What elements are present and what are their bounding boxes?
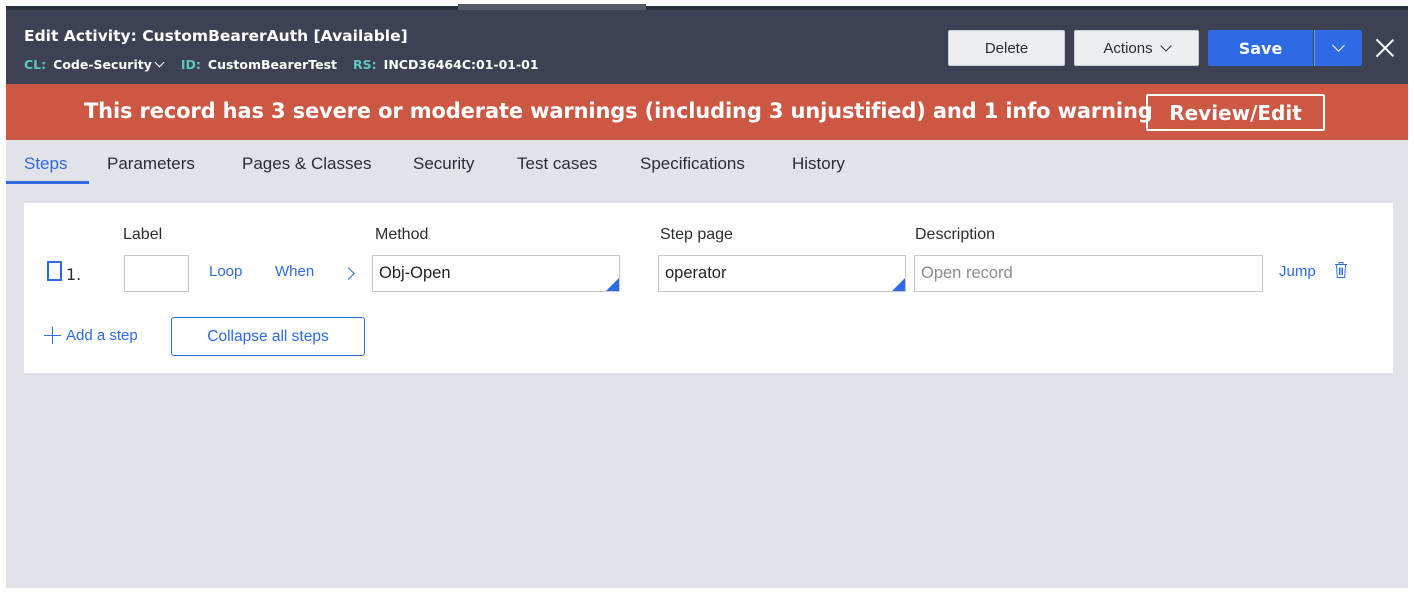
id-key: ID: [180,57,201,72]
review-edit-button[interactable]: Review/Edit [1146,94,1325,131]
plus-icon [44,327,61,344]
add-step-link[interactable]: Add a step [44,327,138,344]
delete-button-label: Delete [984,39,1029,57]
collapse-all-steps-button[interactable]: Collapse all steps [171,317,365,356]
step-page-value: operator [665,264,727,282]
review-edit-label: Review/Edit [1169,100,1302,125]
tab-security[interactable]: Security [413,154,474,174]
method-column-header: Method [375,226,429,243]
chevron-right-icon[interactable] [342,267,355,280]
warning-text: This record has 3 severe or moderate war… [84,99,1153,123]
record-title: Edit Activity: CustomBearerAuth [Availab… [24,27,408,45]
chevron-down-icon [1332,39,1345,52]
save-button-label: Save [1238,38,1283,58]
cl-key: CL: [24,57,47,72]
add-step-label: Add a step [66,327,138,344]
tab-pages-classes[interactable]: Pages & Classes [242,154,371,174]
tab-parameters[interactable]: Parameters [107,154,195,174]
when-link[interactable]: When [275,263,314,280]
tab-specifications[interactable]: Specifications [640,154,745,174]
delete-button[interactable]: Delete [948,30,1065,66]
steps-panel: Label Method Step page Description 1. Lo… [24,203,1393,373]
label-column-header: Label [123,226,163,243]
method-value: Obj-Open [379,264,451,282]
tab-steps[interactable]: Steps [24,154,67,174]
step-page-input[interactable]: operator [658,255,906,292]
save-button[interactable]: Save [1208,30,1313,66]
chevron-down-icon [1159,39,1172,52]
active-tab-indicator [6,181,89,184]
jump-link[interactable]: Jump [1279,263,1316,280]
chevron-down-icon[interactable] [154,57,165,67]
description-column-header: Description [915,226,996,243]
actions-button[interactable]: Actions [1074,30,1199,66]
step-checkbox[interactable] [47,261,62,281]
record-meta: CL: Code-Security ID: CustomBearerTest R… [24,57,555,72]
tab-test-cases[interactable]: Test cases [517,154,597,174]
tab-bar: Steps Parameters Pages & Classes Securit… [6,140,1408,186]
autocomplete-corner-icon [606,278,619,291]
collapse-all-steps-label: Collapse all steps [207,327,329,345]
top-edge [0,0,1414,10]
actions-button-label: Actions [1103,39,1153,57]
rs-value: INCD36464C:01-01-01 [383,57,539,72]
method-input[interactable]: Obj-Open [372,255,620,292]
description-input[interactable]: Open record [914,255,1263,292]
step-number: 1. [66,265,82,284]
record-editor: Edit Activity: CustomBearerAuth [Availab… [6,10,1408,588]
tab-history[interactable]: History [792,154,845,174]
save-options-button[interactable] [1314,30,1362,66]
trash-icon[interactable] [1334,261,1348,279]
warning-banner: This record has 3 severe or moderate war… [6,84,1408,140]
autocomplete-corner-icon [892,278,905,291]
id-value: CustomBearerTest [207,57,338,72]
cl-value[interactable]: Code-Security [53,57,152,72]
loop-link[interactable]: Loop [209,263,242,280]
rs-key: RS: [353,57,377,72]
record-header: Edit Activity: CustomBearerAuth [Availab… [6,10,1408,84]
step-page-column-header: Step page [660,226,733,243]
step-label-input[interactable] [124,255,189,292]
close-icon[interactable] [1372,35,1398,61]
